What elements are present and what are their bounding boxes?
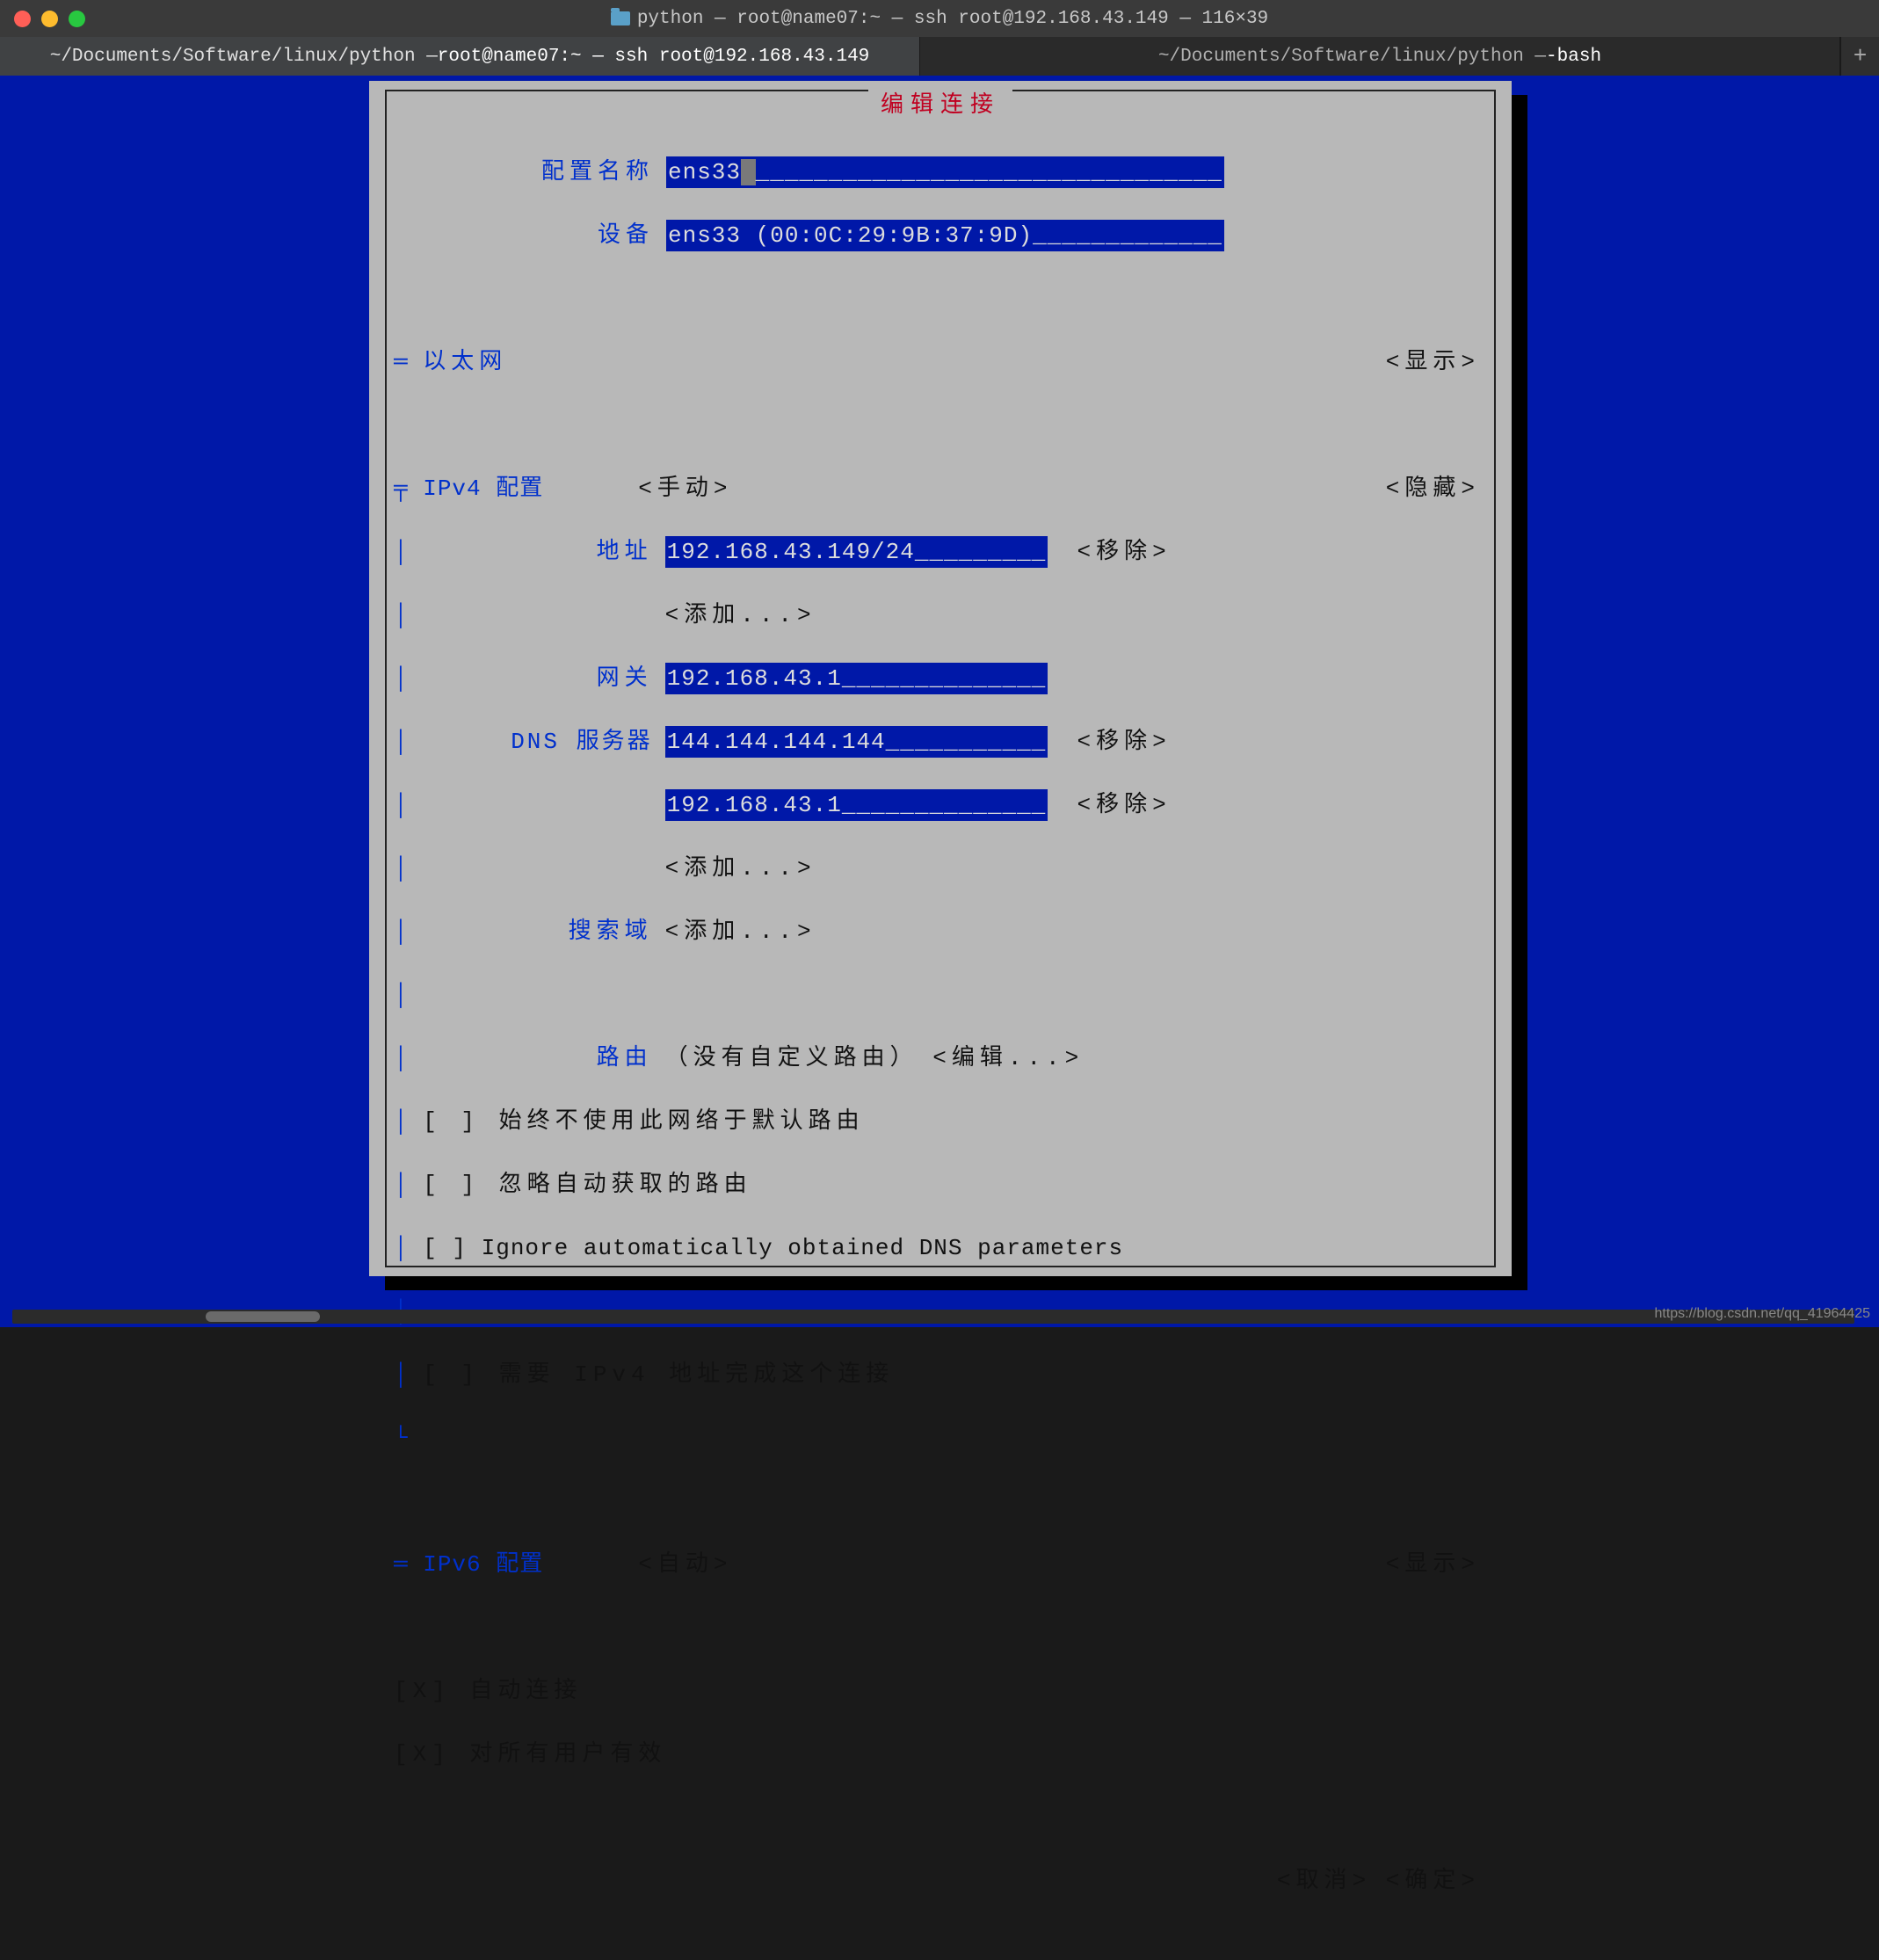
ok-button[interactable]: <确定> — [1386, 1865, 1480, 1897]
ipv4-section: ╤ IPv4 配置 — [394, 473, 543, 505]
tab-ssh-prefix: ~/Documents/Software/linux/python — — [50, 47, 438, 67]
device-input[interactable]: ens33 (00:0C:29:9B:37:9D)_____________ — [666, 220, 1224, 251]
dialog-content: 配置名称ens33 ______________________________… — [394, 125, 1487, 1960]
address-input[interactable]: 192.168.43.149/24_________ — [665, 536, 1048, 568]
tab-bar: ~/Documents/Software/linux/python — root… — [0, 37, 1879, 76]
checkbox-require-ipv4[interactable]: [ ] 需要 IPv4 地址完成这个连接 — [423, 1359, 894, 1390]
cancel-button[interactable]: <取消> — [1277, 1865, 1371, 1897]
profile-name-input[interactable]: ens33 ________________________________ — [666, 156, 1224, 188]
dialog-title: 编辑连接 — [868, 90, 1012, 121]
dns-add-button[interactable]: <添加...> — [665, 853, 816, 884]
maximize-icon[interactable] — [69, 11, 85, 27]
profile-name-label: 配置名称 — [394, 156, 666, 188]
dns1-input[interactable]: 144.144.144.144___________ — [665, 726, 1048, 758]
traffic-lights — [14, 11, 85, 27]
ipv6-mode-select[interactable]: <自动> — [638, 1549, 732, 1580]
dns1-remove-button[interactable]: <移除> — [1077, 726, 1172, 758]
checkbox-ignore-dns[interactable]: [ ] Ignore automatically obtained DNS pa… — [423, 1232, 1123, 1264]
tab-bash-title: -bash — [1546, 47, 1601, 67]
ethernet-section: ═ 以太网 — [394, 346, 507, 378]
ipv6-show-button[interactable]: <显示> — [1386, 1549, 1480, 1580]
address-label: 地址 — [409, 536, 665, 568]
route-label: 路由 — [409, 1042, 665, 1074]
checkbox-never-default[interactable]: [ ] 始终不使用此网络于默认路由 — [423, 1106, 864, 1137]
tab-bash[interactable]: ~/Documents/Software/linux/python — -bas… — [920, 37, 1840, 76]
gateway-label: 网关 — [409, 663, 665, 694]
tab-ssh-title: root@name07:~ — ssh root@192.168.43.149 — [438, 47, 869, 67]
address-remove-button[interactable]: <移除> — [1077, 536, 1172, 568]
dns2-remove-button[interactable]: <移除> — [1077, 789, 1172, 821]
checkbox-autoconnect[interactable]: [X] 自动连接 — [394, 1675, 582, 1707]
window-titlebar: python — root@name07:~ — ssh root@192.16… — [0, 0, 1879, 37]
dns2-input[interactable]: 192.168.43.1______________ — [665, 789, 1048, 821]
tab-bash-prefix: ~/Documents/Software/linux/python — — [1158, 47, 1546, 67]
device-label: 设备 — [394, 220, 666, 251]
route-edit-button[interactable]: <编辑...> — [932, 1042, 1084, 1074]
ipv4-mode-select[interactable]: <手动> — [638, 473, 732, 505]
close-icon[interactable] — [14, 11, 31, 27]
terminal-area: 编辑连接 配置名称ens33 _________________________… — [0, 76, 1879, 1327]
checkbox-all-users[interactable]: [X] 对所有用户有效 — [394, 1739, 666, 1770]
search-domain-add-button[interactable]: <添加...> — [665, 916, 816, 947]
window-title-text: python — root@name07:~ — ssh root@192.16… — [637, 9, 1268, 29]
minimize-icon[interactable] — [41, 11, 58, 27]
horizontal-scrollbar-thumb[interactable] — [206, 1311, 320, 1322]
dns-label: DNS 服务器 — [409, 726, 665, 758]
window-title: python — root@name07:~ — ssh root@192.16… — [0, 9, 1879, 29]
route-none-text: （没有自定义路由） — [665, 1042, 918, 1074]
folder-icon — [611, 11, 630, 25]
tab-ssh[interactable]: ~/Documents/Software/linux/python — root… — [0, 37, 920, 76]
ethernet-show-button[interactable]: <显示> — [1386, 346, 1480, 378]
watermark-text: https://blog.csdn.net/qq_41964425 — [1654, 1306, 1870, 1322]
gateway-input[interactable]: 192.168.43.1______________ — [665, 663, 1048, 694]
checkbox-ignore-routes[interactable]: [ ] 忽略自动获取的路由 — [423, 1169, 751, 1201]
address-add-button[interactable]: <添加...> — [665, 599, 816, 631]
ipv6-section: ═ IPv6 配置 — [394, 1549, 543, 1580]
plus-icon: + — [1854, 43, 1868, 69]
search-domain-label: 搜索域 — [409, 916, 665, 947]
nmtui-dialog: 编辑连接 配置名称ens33 _________________________… — [369, 81, 1512, 1276]
horizontal-scrollbar[interactable] — [12, 1310, 1854, 1324]
ipv4-hide-button[interactable]: <隐藏> — [1386, 473, 1480, 505]
tab-add-button[interactable]: + — [1840, 37, 1879, 76]
